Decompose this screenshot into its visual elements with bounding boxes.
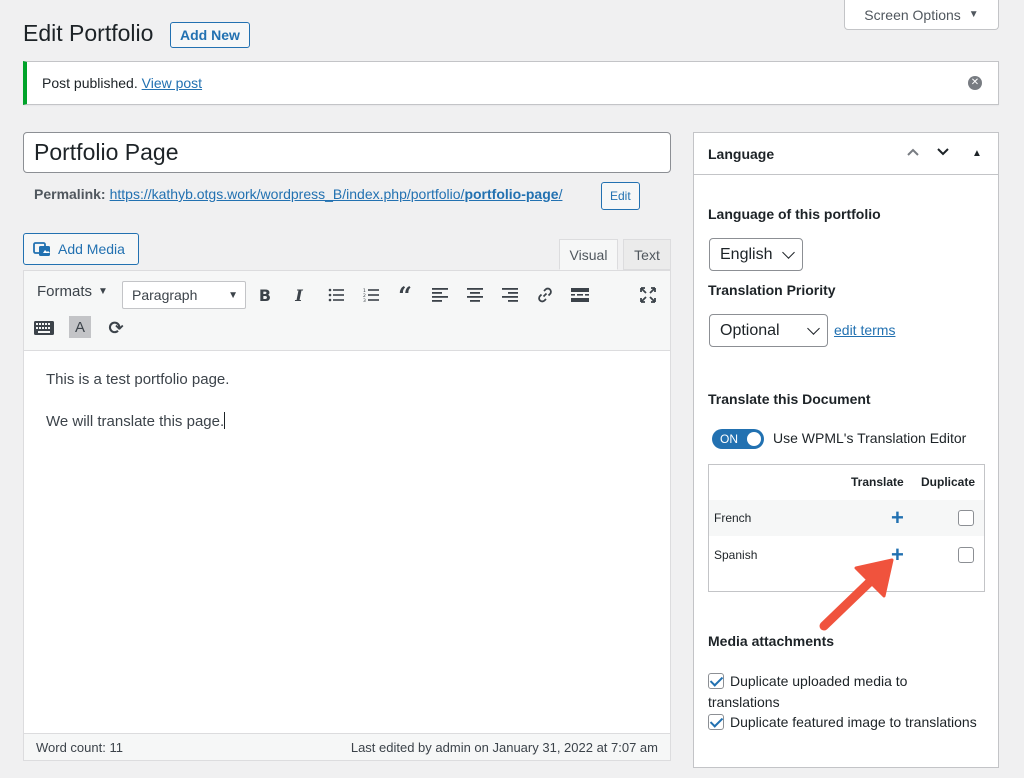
add-new-button[interactable]: Add New bbox=[170, 22, 250, 48]
caret-down-icon: ▼ bbox=[228, 289, 238, 301]
duplicate-featured-label: Duplicate featured image to translations bbox=[730, 714, 977, 730]
media-icon bbox=[33, 240, 51, 258]
permalink-label: Permalink: bbox=[34, 186, 106, 202]
editor-content[interactable]: This is a test portfolio page. We will t… bbox=[46, 371, 229, 454]
screen-options-button[interactable]: Screen Options ▼ bbox=[844, 0, 999, 30]
align-left-icon[interactable] bbox=[428, 283, 452, 307]
priority-label: Translation Priority bbox=[708, 282, 836, 298]
paragraph-label: Paragraph bbox=[132, 287, 198, 303]
checkbox-checked-icon[interactable] bbox=[708, 714, 724, 730]
table-row: French + bbox=[709, 500, 984, 536]
paragraph-select[interactable]: Paragraph ▼ bbox=[122, 281, 246, 309]
editor-toolbar: Formats ▼ Paragraph ▼ B I 123 “ A ⟳ bbox=[24, 271, 670, 351]
add-media-button[interactable]: Add Media bbox=[23, 233, 139, 265]
add-media-label: Add Media bbox=[58, 241, 125, 257]
fullscreen-icon[interactable] bbox=[636, 283, 660, 307]
add-translation-icon[interactable]: + bbox=[891, 507, 904, 529]
page-title: Edit Portfolio bbox=[23, 20, 154, 46]
align-center-icon[interactable] bbox=[463, 283, 487, 307]
permalink-base: https://kathyb.otgs.work/wordpress_B/ind… bbox=[109, 186, 465, 202]
chevron-up-icon[interactable] bbox=[906, 145, 920, 162]
edit-permalink-button[interactable]: Edit bbox=[601, 182, 640, 210]
content-text: We will translate this page. bbox=[46, 413, 225, 430]
translation-editor-toggle[interactable]: ON bbox=[712, 429, 764, 449]
read-more-icon[interactable] bbox=[568, 283, 592, 307]
formats-menu[interactable]: Formats ▼ bbox=[37, 283, 108, 300]
language-name: Spanish bbox=[714, 548, 758, 562]
chevron-down-icon bbox=[782, 246, 795, 259]
permalink-link[interactable]: https://kathyb.otgs.work/wordpress_B/ind… bbox=[110, 186, 563, 202]
numbered-list-icon[interactable]: 123 bbox=[359, 283, 383, 307]
translate-document-label: Translate this Document bbox=[708, 391, 871, 407]
text-cursor bbox=[224, 412, 226, 429]
italic-icon[interactable]: I bbox=[287, 283, 311, 307]
duplicate-featured-option[interactable]: Duplicate featured image to translations bbox=[708, 712, 978, 733]
tab-visual[interactable]: Visual bbox=[559, 239, 618, 270]
toolbar-toggle-icon[interactable] bbox=[32, 316, 56, 340]
post-title-input[interactable]: Portfolio Page bbox=[23, 132, 671, 173]
screen-options-label: Screen Options bbox=[864, 6, 961, 23]
sync-icon[interactable]: ⟳ bbox=[104, 316, 128, 340]
language-label: Language of this portfolio bbox=[708, 206, 881, 222]
chevron-down-icon bbox=[807, 322, 820, 335]
view-post-link[interactable]: View post bbox=[142, 75, 202, 91]
col-translate: Translate bbox=[851, 475, 904, 489]
content-paragraph: This is a test portfolio page. bbox=[46, 371, 230, 388]
duplicate-media-label: Duplicate uploaded media to translations bbox=[708, 673, 908, 710]
last-edited: Last edited by admin on January 31, 2022… bbox=[350, 739, 658, 755]
annotation-arrow-icon bbox=[819, 558, 894, 631]
checkbox-checked-icon[interactable] bbox=[708, 673, 724, 689]
text-color-icon[interactable]: A bbox=[69, 316, 91, 338]
caret-down-icon: ▼ bbox=[98, 286, 108, 297]
collapse-toggle-icon[interactable]: ▲ bbox=[972, 148, 982, 159]
language-name: French bbox=[714, 511, 752, 525]
toggle-knob bbox=[747, 432, 761, 446]
priority-select[interactable]: Optional bbox=[709, 314, 828, 347]
editor-statusbar: Word count: 11 Last edited by admin on J… bbox=[24, 733, 670, 760]
notice-banner: Post published. View post ✕ bbox=[23, 61, 999, 105]
duplicate-checkbox[interactable] bbox=[958, 547, 974, 563]
permalink: Permalink: https://kathyb.otgs.work/word… bbox=[34, 186, 562, 202]
toggle-label: Use WPML's Translation Editor bbox=[773, 430, 967, 446]
formats-label: Formats bbox=[37, 283, 93, 300]
content-editor: Formats ▼ Paragraph ▼ B I 123 “ A ⟳ This… bbox=[23, 270, 671, 761]
blockquote-icon[interactable]: “ bbox=[393, 281, 417, 310]
content-paragraph: We will translate this page. bbox=[46, 412, 229, 430]
bold-icon[interactable]: B bbox=[253, 283, 277, 307]
language-metabox: Language ▲ Language of this portfolio En… bbox=[693, 132, 999, 768]
caret-down-icon: ▼ bbox=[968, 9, 979, 20]
chevron-down-icon[interactable] bbox=[936, 145, 950, 162]
dismiss-icon[interactable]: ✕ bbox=[968, 76, 982, 90]
align-right-icon[interactable] bbox=[498, 283, 522, 307]
language-metabox-header: Language ▲ bbox=[694, 133, 998, 175]
language-metabox-title: Language bbox=[708, 145, 775, 162]
word-count: Word count: 11 bbox=[36, 739, 123, 755]
tab-text[interactable]: Text bbox=[623, 239, 671, 270]
duplicate-media-option[interactable]: Duplicate uploaded media to translations bbox=[708, 671, 978, 713]
col-duplicate: Duplicate bbox=[921, 475, 976, 489]
duplicate-checkbox[interactable] bbox=[958, 510, 974, 526]
permalink-end: / bbox=[558, 186, 563, 202]
language-value: English bbox=[720, 245, 773, 263]
priority-value: Optional bbox=[720, 321, 780, 339]
toggle-state: ON bbox=[720, 432, 738, 446]
language-select[interactable]: English bbox=[709, 238, 803, 271]
bullet-list-icon[interactable] bbox=[324, 283, 348, 307]
svg-text:3: 3 bbox=[363, 298, 366, 302]
permalink-slug: portfolio-page bbox=[464, 186, 559, 202]
edit-terms-link[interactable]: edit terms bbox=[834, 322, 895, 338]
link-icon[interactable] bbox=[533, 283, 557, 307]
notice-text: Post published. bbox=[42, 75, 138, 91]
